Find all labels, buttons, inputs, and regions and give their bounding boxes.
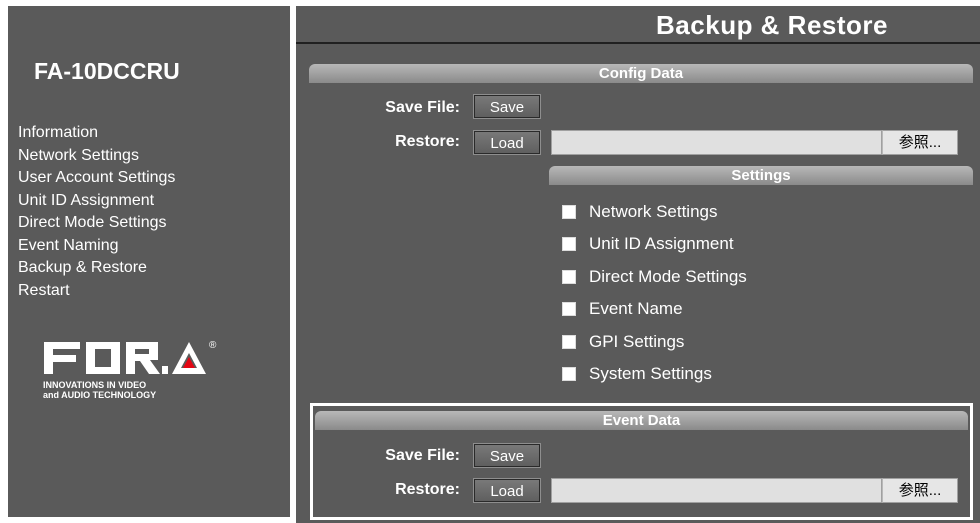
event-save-label: Save File:	[385, 447, 460, 464]
main-panel: Backup & Restore Config Data Save File: …	[296, 6, 980, 523]
network-settings-checkbox[interactable]	[562, 205, 576, 219]
sidebar-nav: Information Network Settings User Accoun…	[18, 122, 175, 302]
nav-item-restart[interactable]: Restart	[18, 280, 175, 303]
nav-item-direct-mode-settings[interactable]: Direct Mode Settings	[18, 212, 175, 235]
for-a-logo: ® INNOVATIONS IN VIDEO and AUDIO TECHNOL…	[42, 336, 217, 406]
config-save-button[interactable]: Save	[473, 94, 541, 119]
nav-item-unit-id-assignment[interactable]: Unit ID Assignment	[18, 190, 175, 213]
sidebar: FA-10DCCRU Information Network Settings …	[8, 6, 290, 517]
unit-id-assignment-checkbox[interactable]	[562, 237, 576, 251]
nav-item-network-settings[interactable]: Network Settings	[18, 145, 175, 168]
page-title: Backup & Restore	[656, 10, 888, 40]
title-bar: Backup & Restore	[296, 6, 980, 44]
unit-id-assignment-label: Unit ID Assignment	[589, 234, 734, 253]
event-save-button[interactable]: Save	[473, 443, 541, 468]
config-browse-button[interactable]: 参照...	[882, 130, 958, 155]
event-name-label: Event Name	[589, 299, 683, 318]
nav-item-event-naming[interactable]: Event Naming	[18, 235, 175, 258]
event-restore-label: Restore:	[395, 481, 460, 498]
svg-text:®: ®	[209, 340, 217, 351]
event-file-path-input[interactable]	[551, 478, 882, 503]
logo-tagline-2: and AUDIO TECHNOLOGY	[43, 389, 157, 400]
config-file-path-input[interactable]	[551, 130, 882, 155]
gpi-settings-label: GPI Settings	[589, 332, 685, 351]
network-settings-label: Network Settings	[589, 202, 718, 221]
event-browse-button[interactable]: 参照...	[882, 478, 958, 503]
config-load-button[interactable]: Load	[473, 130, 541, 155]
gpi-settings-checkbox[interactable]	[562, 335, 576, 349]
system-settings-checkbox[interactable]	[562, 367, 576, 381]
system-settings-label: System Settings	[589, 364, 712, 383]
nav-item-information[interactable]: Information	[18, 122, 175, 145]
settings-header: Settings	[549, 166, 973, 185]
config-save-label: Save File:	[385, 99, 460, 116]
config-restore-label: Restore:	[395, 133, 460, 150]
device-name: FA-10DCCRU	[34, 58, 180, 84]
event-name-checkbox[interactable]	[562, 302, 576, 316]
direct-mode-settings-label: Direct Mode Settings	[589, 267, 747, 286]
for-a-logo-mark: ®	[44, 340, 217, 374]
nav-item-user-account-settings[interactable]: User Account Settings	[18, 167, 175, 190]
event-load-button[interactable]: Load	[473, 478, 541, 503]
nav-item-backup-restore[interactable]: Backup & Restore	[18, 257, 175, 280]
event-data-header: Event Data	[315, 411, 968, 430]
direct-mode-settings-checkbox[interactable]	[562, 270, 576, 284]
config-data-header: Config Data	[309, 64, 973, 83]
